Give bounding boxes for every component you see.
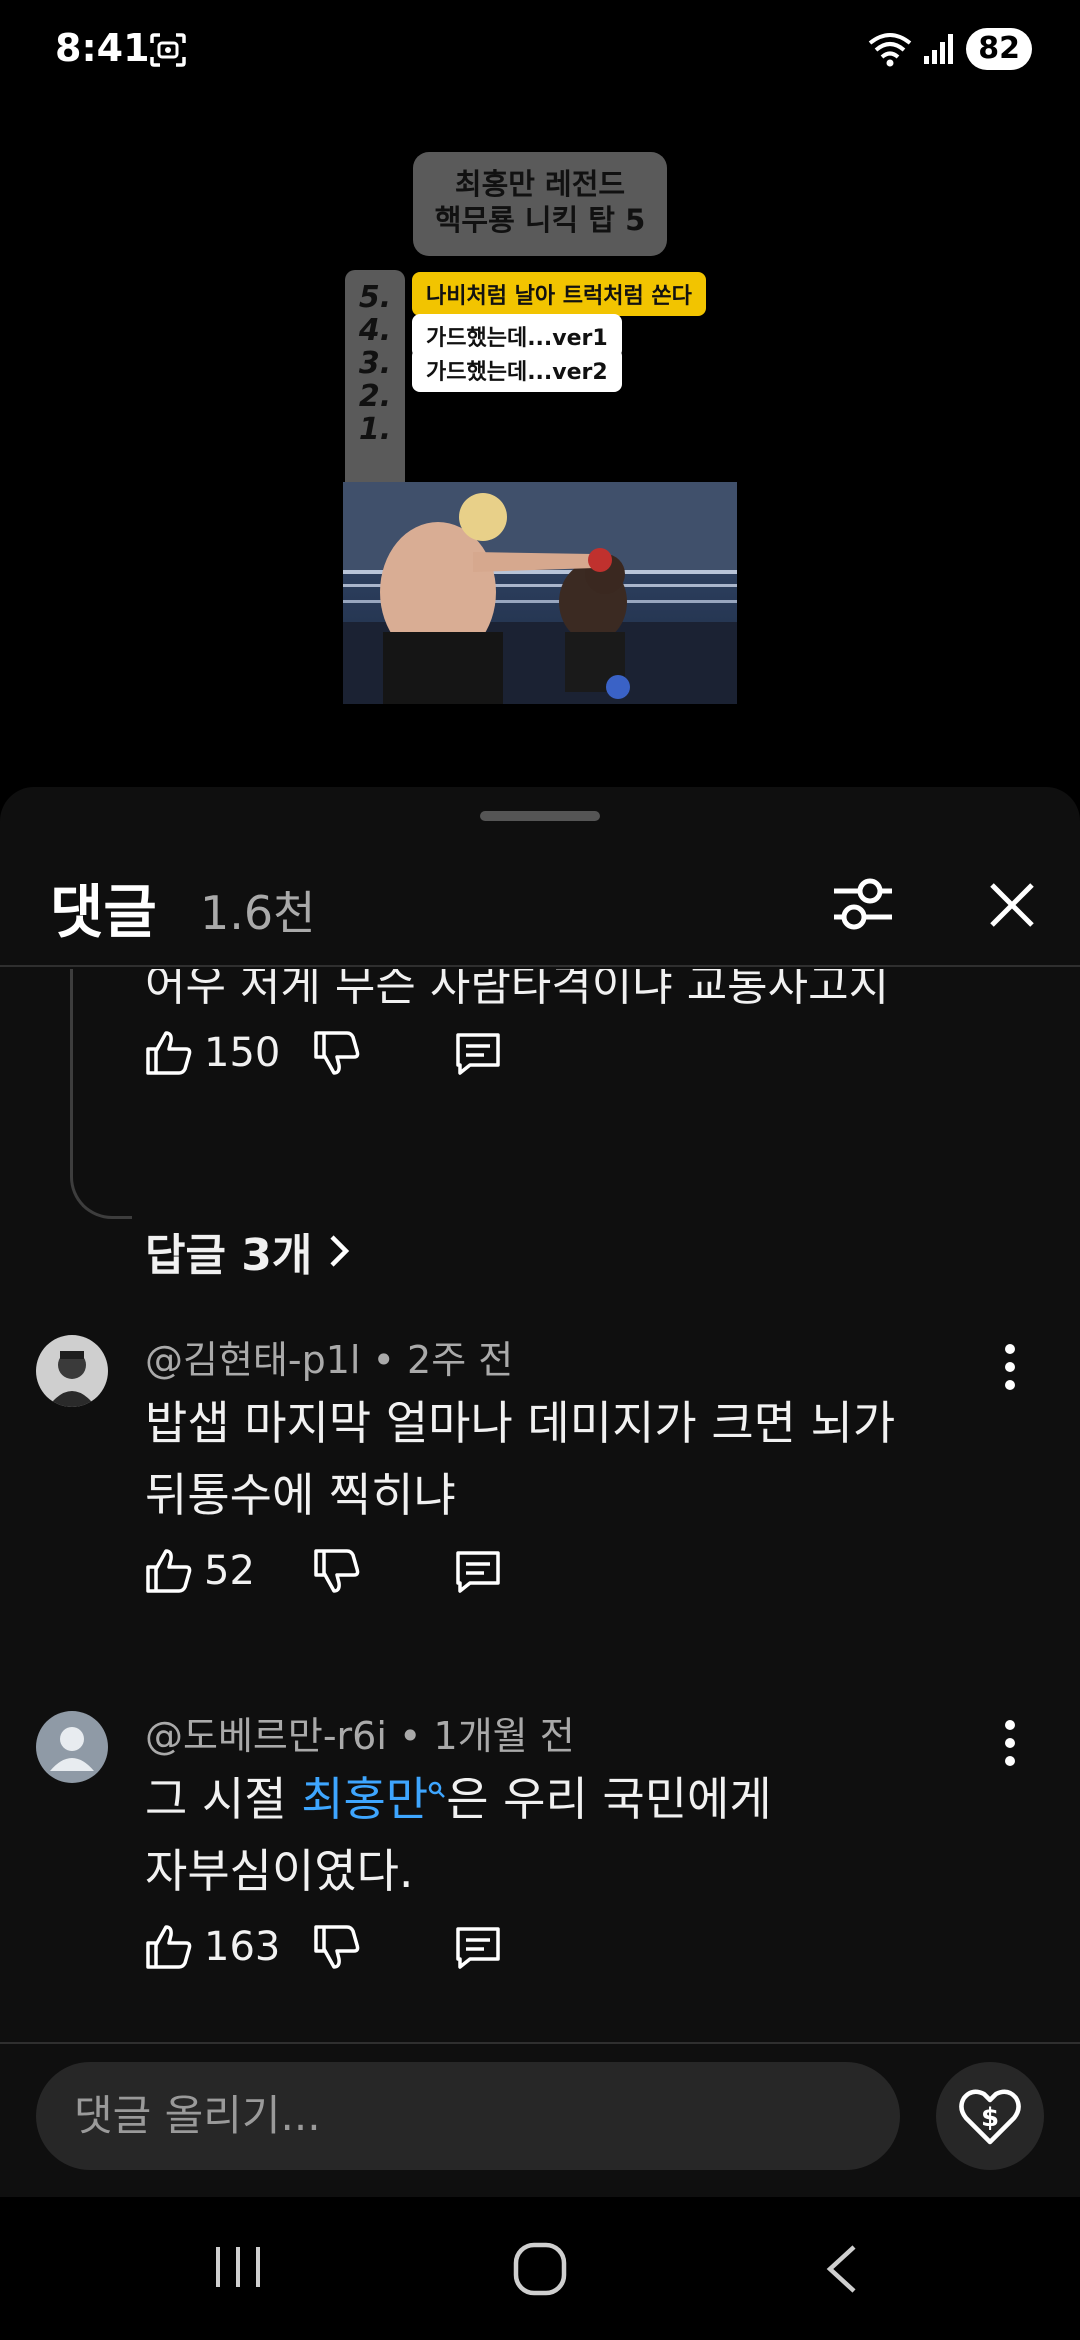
system-nav-bar [0,2197,1080,2340]
status-time: 8:41 [55,26,150,70]
comment-text: 밥샙 마지막 얼마나 데미지가 크면 뇌가 뒤통수에 찍히냐 [145,1387,945,1531]
rank-item: 1. [358,412,392,447]
dislike-icon[interactable] [310,1545,362,1597]
more-options-icon[interactable] [990,1335,1030,1399]
boxing-scene-image [343,482,737,704]
reply-icon[interactable] [452,1027,504,1079]
comment-meta: @김현태-p1l • 2주 전 [145,1329,513,1384]
comment-action-bar: 52 [142,1541,504,1601]
reply-icon[interactable] [452,1921,504,1973]
comments-count: 1.6천 [200,886,316,940]
video-frame [343,482,737,704]
view-replies-label: 답글 3개 [145,1230,313,1281]
super-thanks-button[interactable]: $ [936,2062,1044,2170]
comments-sheet: 댓글 1.6천 어우 저게 무슨 사람타격이냐 교통사고지 150 답글 3개 … [0,787,1080,2197]
like-count: 163 [204,1924,281,1970]
rank-item: 2. [358,379,392,414]
comment-text-line: 밥샙 마지막 얼마나 데미지가 크면 뇌가 [145,1396,896,1450]
comments-header: 댓글 1.6천 [0,827,1080,967]
chevron-right-icon [330,1235,350,1267]
meta-separator: • [372,1338,408,1382]
avatar[interactable] [36,1335,108,1407]
dislike-icon[interactable] [310,1027,362,1079]
filter-icon[interactable] [830,871,896,937]
reply-thread-line [70,969,132,1219]
dislike-icon[interactable] [310,1921,362,1973]
reply-text: 어우 저게 무슨 사람타격이냐 교통사고지 [145,969,890,1011]
comment-text: 그 시절 최홍만 은 우리 국민에게 자부심이였다. [145,1763,945,1907]
like-icon[interactable] [142,1921,194,1973]
home-icon[interactable] [512,2241,568,2297]
comment-text-line: 자부심이였다. [145,1844,414,1898]
like-count: 52 [204,1548,255,1594]
search-icon [428,1781,446,1798]
avatar-image [36,1335,108,1407]
more-options-icon[interactable] [990,1711,1030,1775]
reply-icon[interactable] [452,1545,504,1597]
view-replies-link[interactable]: 답글 3개 [145,1219,352,1283]
screenshot-icon [150,33,186,67]
recents-icon[interactable] [212,2243,264,2291]
rank-tag-3: 가드했는데...ver2 [412,348,622,392]
comment-meta: @도베르만-r6i • 1개월 전 [145,1705,575,1760]
video-player[interactable]: 최홍만 레전드 핵무룡 니킥 탑 5 5. 4. 3. 2. 1. 나비처럼 날… [0,100,1080,790]
like-count: 150 [204,1030,281,1076]
comment-author[interactable]: @김현태-p1l [145,1338,360,1382]
rank-item: 3. [358,346,392,381]
comment-text-line: 뒤통수에 찍히냐 [145,1468,456,1522]
wifi-icon [869,33,912,67]
avatar[interactable] [36,1711,108,1783]
comment-time: 1개월 전 [433,1714,575,1758]
hashtag-link[interactable]: 최홍만 [301,1772,446,1826]
title-card-line-1: 최홍만 레전드 [454,167,626,201]
heart-dollar-icon: $ [959,2089,1021,2145]
like-icon[interactable] [142,1027,194,1079]
battery-indicator: 82 [966,28,1032,70]
rank-item: 5. [358,280,392,315]
like-icon[interactable] [142,1545,194,1597]
video-title-card: 최홍만 레전드 핵무룡 니킥 탑 5 [413,152,667,256]
comment-author[interactable]: @도베르만-r6i [145,1714,387,1758]
status-icons: 82 [868,28,1032,70]
comment-input[interactable]: 댓글 올리기... [36,2062,900,2170]
comment-action-bar: 163 [142,1917,504,1977]
comment-text-line: 그 시절 최홍만 은 우리 국민에게 [145,1763,945,1835]
comments-list[interactable]: 어우 저게 무슨 사람타격이냐 교통사고지 150 답글 3개 @김현태-p1l… [0,969,1080,2029]
rank-item: 4. [358,313,392,348]
comment-time: 2주 전 [407,1338,514,1382]
default-avatar-icon [36,1711,108,1783]
close-icon[interactable] [980,873,1044,937]
meta-separator: • [399,1714,434,1758]
title-card-line-2: 핵무룡 니킥 탑 5 [434,203,646,237]
comment-text-prefix: 그 시절 [145,1772,302,1826]
status-bar: 8:41 82 [0,0,1080,100]
rank-tag-5: 나비처럼 날아 트럭처럼 쏜다 [412,272,706,316]
comment-composer: 댓글 올리기... $ [0,2042,1080,2197]
hashtag-label: 최홍만 [301,1772,429,1826]
comment-text-suffix: 은 우리 국민에게 [446,1772,772,1826]
svg-text:$: $ [981,2103,999,2133]
comments-title: 댓글 [50,878,157,946]
signal-icon [924,34,954,64]
back-icon[interactable] [822,2241,862,2297]
reply-action-bar: 150 [142,1023,504,1083]
drag-handle[interactable] [480,811,600,821]
